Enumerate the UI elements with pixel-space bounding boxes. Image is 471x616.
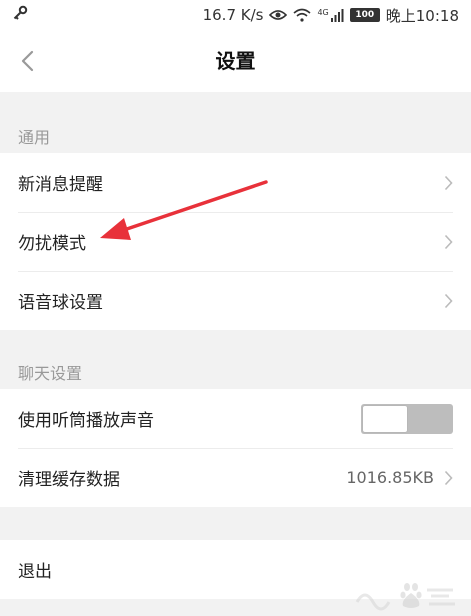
row-label: 语音球设置 <box>18 293 103 313</box>
toggle-knob <box>363 405 407 432</box>
chat-group: 使用听筒播放声音 清理缓存数据 1016.85KB <box>0 389 471 507</box>
signal-icon: 4G <box>317 8 344 22</box>
row-voice-ball-settings[interactable]: 语音球设置 <box>0 271 471 330</box>
row-label: 新消息提醒 <box>18 175 103 195</box>
wifi-icon <box>293 8 311 22</box>
earpiece-toggle[interactable] <box>361 403 453 434</box>
chevron-right-icon <box>444 293 453 309</box>
row-clear-cache[interactable]: 清理缓存数据 1016.85KB <box>0 448 471 507</box>
row-label: 使用听筒播放声音 <box>18 411 154 431</box>
battery-icon: 100 <box>349 8 380 22</box>
chevron-left-icon <box>21 50 34 72</box>
general-group: 新消息提醒 勿扰模式 语音球设置 <box>0 153 471 330</box>
page-title: 设置 <box>215 49 256 73</box>
nav-bar: 设置 <box>0 30 471 92</box>
row-label: 勿扰模式 <box>18 234 86 254</box>
network-type: 4G <box>317 8 329 17</box>
row-do-not-disturb[interactable]: 勿扰模式 <box>0 212 471 271</box>
status-right: 16.7 K/s 4G 100 晚上10:18 <box>203 5 459 26</box>
section-header-general: 通用 <box>18 128 51 147</box>
back-button[interactable] <box>10 44 44 78</box>
chevron-right-icon <box>444 234 453 250</box>
chevron-right-icon <box>444 175 453 191</box>
baidu-watermark-icon <box>355 583 455 611</box>
chevron-right-icon <box>444 470 453 486</box>
status-left <box>12 5 28 25</box>
status-time: 晚上10:18 <box>385 6 459 25</box>
settings-screen: 16.7 K/s 4G 100 晚上10:18 设置 通用 新消息提醒 勿扰模式… <box>0 0 471 616</box>
cache-size-value: 1016.85KB <box>346 468 434 487</box>
row-earpiece-playback: 使用听筒播放声音 <box>0 389 471 448</box>
network-speed: 16.7 K/s <box>202 6 264 24</box>
key-icon <box>12 5 28 25</box>
row-label: 清理缓存数据 <box>18 470 120 490</box>
eye-icon <box>269 9 288 21</box>
section-header-chat: 聊天设置 <box>18 364 83 383</box>
row-new-message-alert[interactable]: 新消息提醒 <box>0 153 471 212</box>
status-bar: 16.7 K/s 4G 100 晚上10:18 <box>0 0 471 30</box>
